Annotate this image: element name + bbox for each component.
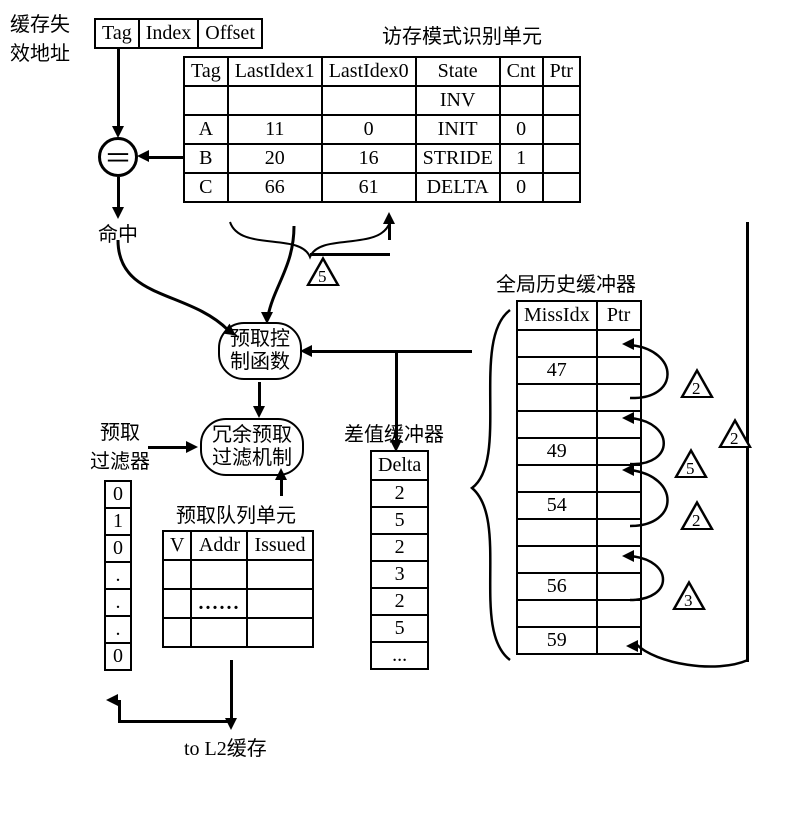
pt-header-tag: Tag [184,57,228,86]
delta-cell: 2 [371,588,428,615]
delta-cell: 5 [371,615,428,642]
delta-buffer-table: Delta252325... [370,450,429,670]
delta-cell: 3 [371,561,428,588]
pattern-table-cell: DELTA [416,173,500,202]
pattern-table-cell: 16 [322,144,416,173]
ghb-header: Ptr [597,301,641,330]
pt-header-lastidx0: LastIdex0 [322,57,416,86]
pattern-table-cell: B [184,144,228,173]
pattern-table-cell: 61 [322,173,416,202]
delta-cell: 5 [371,507,428,534]
to-l2-cache-label: to L2缓存 [184,732,267,761]
delta-cell: 2 [371,480,428,507]
addr-field-index: Index [139,19,199,48]
delta-header: Delta [371,451,428,480]
pattern-table-cell: STRIDE [416,144,500,173]
ghb-annotation-4: 3 [684,591,693,611]
pattern-table-cell [543,115,580,144]
pattern-table-cell [543,144,580,173]
redundant-filter-label: 冗余预取 过滤机制 [212,424,292,469]
delta-cell: 2 [371,534,428,561]
delta-annotation-5: 5 [318,267,327,287]
pt-header-lastidx1: LastIdex1 [228,57,322,86]
pattern-table-cell [228,86,322,115]
ghb-annotation-2: 5 [686,459,695,479]
pattern-recognition-table: Tag LastIdex1 LastIdex0 State Cnt Ptr IN… [183,56,581,203]
pattern-table-cell: 1 [500,144,543,173]
pattern-table-cell [543,173,580,202]
pattern-table-cell: 11 [228,115,322,144]
pt-header-state: State [416,57,500,86]
pt-header-cnt: Cnt [500,57,543,86]
pt-header-ptr: Ptr [543,57,580,86]
memory-access-pattern-unit-label: 访存模式识别单元 [382,20,542,49]
ghb-annotation-0: 2 [692,379,701,399]
cache-miss-address-label: 缓存失 效地址 [10,8,70,66]
addr-field-tag: Tag [95,19,139,48]
global-history-buffer-table: MissIdxPtr 47 49 54 56 59 [516,300,642,655]
ghb-annotation-3: 2 [692,511,701,531]
pattern-table-cell [322,86,416,115]
pattern-table-cell: 0 [500,173,543,202]
queue-header-issued: Issued [247,531,312,560]
pattern-table-cell: INV [416,86,500,115]
redundant-prefetch-filter-box: 冗余预取 过滤机制 [200,418,304,476]
delta-cell: ... [371,642,428,669]
prefetch-filter-label: 预取 过滤器 [90,416,150,474]
pattern-table-cell [500,86,543,115]
pattern-table-cell [543,86,580,115]
address-fields-table: Tag Index Offset [94,18,263,49]
pattern-table-cell: A [184,115,228,144]
ghb-annotation-1: 2 [730,429,739,449]
pattern-table-cell: C [184,173,228,202]
global-history-buffer-label: 全局历史缓冲器 [496,268,636,297]
tag-comparator-icon: ＝ [98,137,138,177]
addr-field-offset: Offset [198,19,262,48]
pattern-table-cell: INIT [416,115,500,144]
pattern-table-cell: 0 [322,115,416,144]
pattern-table-cell [184,86,228,115]
pattern-table-cell: 0 [500,115,543,144]
pattern-table-cell: 20 [228,144,322,173]
pattern-table-cell: 66 [228,173,322,202]
